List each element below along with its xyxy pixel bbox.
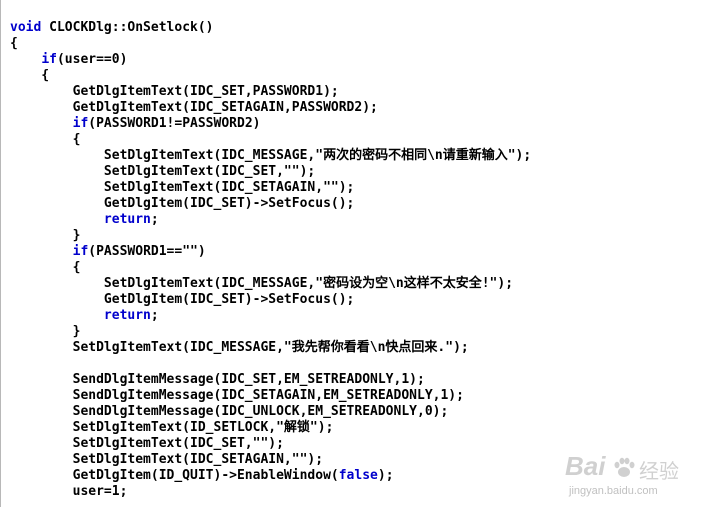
code-line: return; bbox=[10, 308, 531, 324]
code-text: ; bbox=[150, 308, 159, 323]
code-line: void CLOCKDlg::OnSetlock() bbox=[10, 20, 531, 36]
code-line: GetDlgItemText(IDC_SET,PASSWORD1); bbox=[10, 84, 531, 100]
code-text: SendDlgItemMessage(IDC_SET,EM_SETREADONL… bbox=[10, 372, 425, 387]
code-line: GetDlgItemText(IDC_SETAGAIN,PASSWORD2); bbox=[10, 100, 531, 116]
code-line: SetDlgItemText(IDC_SET,""); bbox=[10, 164, 531, 180]
code-text: { bbox=[10, 260, 81, 275]
code-text: { bbox=[10, 132, 81, 147]
code-keyword: return bbox=[103, 308, 151, 323]
code-keyword: if bbox=[72, 116, 89, 131]
code-line: { bbox=[10, 260, 531, 276]
code-line: SetDlgItemText(IDC_SETAGAIN,""); bbox=[10, 180, 531, 196]
code-line: GetDlgItem(IDC_SET)->SetFocus(); bbox=[10, 292, 531, 308]
code-text: SendDlgItemMessage(IDC_UNLOCK,EM_SETREAD… bbox=[10, 404, 449, 419]
code-line: { bbox=[10, 36, 531, 52]
code-line: SetDlgItemText(ID_SETLOCK,"解锁"); bbox=[10, 420, 531, 436]
code-editor[interactable]: void CLOCKDlg::OnSetlock(){ if(user==0) … bbox=[0, 0, 717, 507]
code-keyword: return bbox=[103, 212, 151, 227]
code-line: GetDlgItem(IDC_SET)->SetFocus(); bbox=[10, 196, 531, 212]
code-text: (user==0) bbox=[56, 52, 128, 67]
code-text: SetDlgItemText(IDC_SET,""); bbox=[10, 164, 316, 179]
watermark-brand: 经验 bbox=[639, 459, 679, 483]
code-text: SetDlgItemText(IDC_SET,""); bbox=[10, 436, 284, 451]
code-line: } bbox=[10, 228, 531, 244]
code-line: { bbox=[10, 68, 531, 84]
code-line: SendDlgItemMessage(IDC_SETAGAIN,EM_SETRE… bbox=[10, 388, 531, 404]
code-keyword: if bbox=[41, 52, 57, 67]
code-text: GetDlgItemText(IDC_SET,PASSWORD1); bbox=[10, 84, 339, 99]
code-line: SetDlgItemText(IDC_SET,""); bbox=[10, 436, 531, 452]
code-text: SetDlgItemText(IDC_MESSAGE,"密码设为空\n这样不太安… bbox=[10, 276, 514, 291]
code-text: (PASSWORD1=="") bbox=[88, 244, 206, 259]
code-text: ; bbox=[150, 212, 159, 227]
code-line: } bbox=[10, 324, 531, 340]
code-text: GetDlgItem(IDC_SET)->SetFocus(); bbox=[10, 196, 355, 211]
code-text: SetDlgItemText(ID_SETLOCK,"解锁"); bbox=[10, 420, 334, 435]
code-line: GetDlgItem(ID_QUIT)->EnableWindow(false)… bbox=[10, 468, 531, 484]
paw-icon bbox=[614, 457, 635, 477]
code-text: } bbox=[10, 324, 81, 339]
code-block: void CLOCKDlg::OnSetlock(){ if(user==0) … bbox=[10, 20, 531, 500]
code-line: return; bbox=[10, 212, 531, 228]
code-line: SendDlgItemMessage(IDC_SET,EM_SETREADONL… bbox=[10, 372, 531, 388]
code-text: SendDlgItemMessage(IDC_SETAGAIN,EM_SETRE… bbox=[10, 388, 464, 403]
code-line: SetDlgItemText(IDC_MESSAGE,"我先帮你看看\n快点回来… bbox=[10, 340, 531, 356]
code-line: { bbox=[10, 132, 531, 148]
code-text: SetDlgItemText(IDC_MESSAGE,"我先帮你看看\n快点回来… bbox=[10, 340, 469, 355]
code-text: SetDlgItemText(IDC_SETAGAIN,""); bbox=[10, 180, 355, 195]
watermark-logo-text: Bai bbox=[565, 451, 606, 481]
baidu-jingyan-watermark: Bai 经验 jingyan.baidu.com bbox=[559, 451, 709, 501]
code-line: SetDlgItemText(IDC_MESSAGE,"两次的密码不相同\n请重… bbox=[10, 148, 531, 164]
code-text: GetDlgItem(ID_QUIT)->EnableWindow( bbox=[10, 468, 339, 483]
code-line: if(PASSWORD1=="") bbox=[10, 244, 531, 260]
code-text: ); bbox=[377, 468, 394, 483]
watermark-url: jingyan.baidu.com bbox=[569, 485, 658, 497]
code-text: user=1; bbox=[10, 484, 128, 499]
code-line: SetDlgItemText(IDC_SETAGAIN,""); bbox=[10, 452, 531, 468]
code-text: GetDlgItemText(IDC_SETAGAIN,PASSWORD2); bbox=[10, 100, 378, 115]
code-text: CLOCKDlg::OnSetlock() bbox=[41, 20, 214, 35]
code-line: if(user==0) bbox=[10, 52, 531, 68]
code-keyword: false bbox=[338, 468, 378, 483]
code-line: SendDlgItemMessage(IDC_UNLOCK,EM_SETREAD… bbox=[10, 404, 531, 420]
code-line: user=1; bbox=[10, 484, 531, 500]
code-text: SetDlgItemText(IDC_MESSAGE,"两次的密码不相同\n请重… bbox=[10, 148, 532, 163]
code-text: GetDlgItem(IDC_SET)->SetFocus(); bbox=[10, 292, 355, 307]
code-keyword: if bbox=[72, 244, 89, 259]
code-text: { bbox=[10, 68, 50, 83]
code-text: } bbox=[10, 228, 81, 243]
code-text: SetDlgItemText(IDC_SETAGAIN,""); bbox=[10, 452, 324, 467]
code-text: (PASSWORD1!=PASSWORD2) bbox=[88, 116, 261, 131]
code-keyword: void bbox=[10, 20, 42, 35]
code-text: { bbox=[10, 36, 18, 51]
code-line: if(PASSWORD1!=PASSWORD2) bbox=[10, 116, 531, 132]
code-line: SetDlgItemText(IDC_MESSAGE,"密码设为空\n这样不太安… bbox=[10, 276, 531, 292]
